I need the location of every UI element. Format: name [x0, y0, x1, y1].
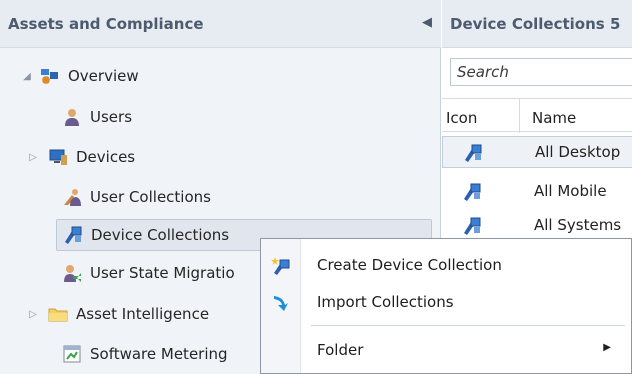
device-collection-icon: [462, 216, 482, 236]
row-name: All Mobile: [534, 182, 607, 200]
tree-item-devices[interactable]: ▷ Devices: [20, 141, 135, 173]
tree-item-users[interactable]: Users: [40, 101, 132, 133]
column-header-row: Icon Name: [442, 98, 632, 133]
import-arrow-icon: [271, 293, 291, 313]
software-metering-icon: [62, 344, 82, 364]
tree-item-user-collections[interactable]: User Collections: [40, 181, 211, 213]
expanded-arrow-icon[interactable]: ◢: [20, 71, 34, 82]
tree-item-user-state-migration[interactable]: User State Migratio: [40, 257, 235, 289]
menu-item-label: Create Device Collection: [317, 256, 502, 274]
tree-item-label: Overview: [68, 67, 139, 85]
content-header: Device Collections 5: [442, 0, 632, 48]
user-collections-icon: [62, 187, 82, 207]
menu-item-folder[interactable]: Folder ▶: [261, 329, 631, 373]
tree-item-software-metering[interactable]: Software Metering: [40, 338, 228, 370]
create-collection-icon: [271, 256, 291, 276]
device-collection-icon: [463, 143, 483, 163]
column-header-icon[interactable]: Icon: [442, 99, 520, 133]
tree-item-asset-intelligence[interactable]: ▷ Asset Intelligence: [20, 298, 209, 330]
menu-item-label: Import Collections: [317, 293, 454, 311]
device-collection-icon: [462, 182, 482, 202]
users-icon: [62, 107, 82, 127]
menu-item-label: Folder: [317, 341, 364, 359]
collapsed-arrow-icon[interactable]: ▷: [26, 152, 40, 163]
workspace-title: Assets and Compliance: [8, 15, 204, 33]
table-row[interactable]: All Mobile: [442, 176, 632, 208]
navigation-header: Assets and Compliance ◀: [0, 0, 441, 48]
tree-item-label: Device Collections: [91, 226, 230, 244]
table-row[interactable]: All Desktop: [442, 136, 632, 168]
tree-item-overview[interactable]: ◢ Overview: [20, 60, 139, 92]
tree-item-label: Users: [90, 108, 133, 126]
tree-item-label: Software Metering: [90, 345, 228, 363]
tree-item-label: User Collections: [90, 188, 211, 206]
chevron-left-icon[interactable]: ◀: [418, 13, 436, 33]
context-menu: Create Device Collection Import Collecti…: [260, 238, 632, 374]
folder-icon: [48, 304, 68, 324]
submenu-arrow-icon: ▶: [603, 342, 611, 353]
column-header-name[interactable]: Name: [520, 99, 632, 133]
device-collections-icon: [63, 225, 83, 245]
tree-item-label: Asset Intelligence: [76, 305, 210, 323]
tree-item-label: Devices: [76, 148, 136, 166]
tree-item-label: User State Migratio: [90, 264, 235, 282]
content-title: Device Collections 5: [450, 15, 621, 33]
menu-item-import-collections[interactable]: Import Collections: [261, 281, 631, 325]
row-name: All Desktop: [535, 143, 621, 161]
devices-icon: [48, 147, 68, 167]
menu-separator: [311, 325, 625, 326]
row-name: All Systems: [534, 216, 622, 234]
overview-icon: [40, 66, 60, 86]
user-state-migration-icon: [62, 263, 82, 283]
search-input[interactable]: [450, 58, 632, 86]
collapsed-arrow-icon[interactable]: ▷: [26, 309, 40, 320]
